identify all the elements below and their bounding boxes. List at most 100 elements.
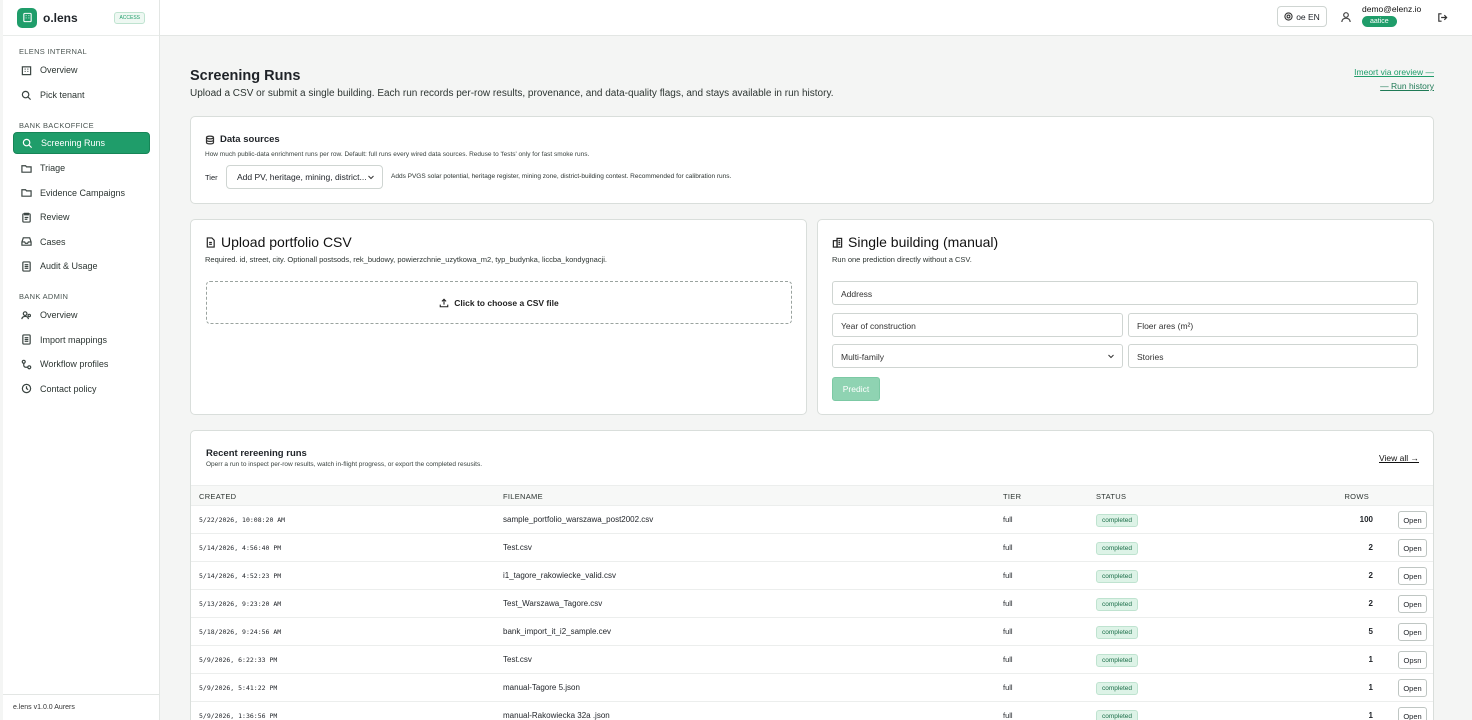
sidebar-item-label: Overview bbox=[40, 310, 78, 320]
csv-dropzone[interactable]: Click to choose a CSV file bbox=[206, 281, 792, 324]
sidebar-item-import-mappings[interactable]: Import mappings bbox=[13, 329, 150, 351]
sidebar-item-label: Import mappings bbox=[40, 334, 108, 345]
nav-internal: Overview Pick tenant bbox=[3, 59, 160, 106]
tier-select[interactable]: Add PV, heritage, mining, district... bbox=[226, 165, 383, 189]
cell-rows: 2 bbox=[1368, 599, 1373, 608]
logout-icon[interactable] bbox=[1437, 10, 1448, 28]
table-row: 5/14/2026, 4:52:23 PM i1_tagore_rakowiec… bbox=[191, 561, 1433, 589]
open-run-button[interactable]: Open bbox=[1398, 567, 1427, 585]
cell-filename: Test_Warszawa_Tagore.csv bbox=[503, 599, 603, 608]
floor-area-input[interactable]: Floer ares (m²) bbox=[1128, 313, 1418, 337]
workflow-icon bbox=[21, 359, 32, 369]
status-badge: completed bbox=[1096, 598, 1138, 611]
sidebar-item-triage[interactable]: Triage bbox=[13, 157, 150, 179]
sidebar-item-label: Workflow profiles bbox=[40, 359, 109, 369]
sidebar-item-screening-runs[interactable]: Screening Runs bbox=[13, 132, 150, 154]
sidebar-item-label: Cases bbox=[40, 236, 66, 247]
status-badge: completed bbox=[1096, 542, 1138, 555]
clipboard-icon bbox=[22, 212, 31, 223]
section-bank-admin: BANK ADMIN bbox=[19, 292, 69, 301]
building-type-select[interactable]: Multi-family bbox=[832, 344, 1123, 368]
nav-admin: Overview Import mappings Workflow profil… bbox=[3, 304, 160, 400]
sidebar-item-label: Evidence Campaigns bbox=[40, 187, 126, 198]
sidebar-item-audit-usage[interactable]: Audit & Usage bbox=[13, 255, 150, 277]
brand-name: o.lens bbox=[43, 10, 78, 25]
search-icon bbox=[22, 138, 33, 148]
sidebar-item-workflow-profiles[interactable]: Workflow profiles bbox=[13, 353, 150, 375]
file-icon bbox=[206, 236, 215, 248]
single-title: Single building (manual) bbox=[832, 234, 998, 250]
column-header-rows: ROWS bbox=[1344, 492, 1369, 501]
import-via-overview-link[interactable]: Imeort via oreview — bbox=[1354, 67, 1434, 77]
cell-tier: full bbox=[1003, 655, 1013, 664]
cell-filename: bank_import_it_i2_sample.cev bbox=[503, 627, 612, 636]
sidebar-item-overview-admin[interactable]: Overview bbox=[13, 304, 150, 326]
buildings-icon bbox=[832, 237, 843, 248]
sidebar-item-review[interactable]: Review bbox=[13, 206, 150, 228]
data-sources-title-text: Data sources bbox=[220, 134, 280, 145]
tier-note: Adds PVGS solar potential, heritage regi… bbox=[391, 173, 732, 180]
cell-created: 5/13/2026, 9:23:20 AM bbox=[199, 600, 282, 608]
open-run-button[interactable]: Opsn bbox=[1398, 651, 1427, 669]
sidebar-item-cases[interactable]: Cases bbox=[13, 231, 150, 253]
sidebar-item-overview-internal[interactable]: Overview bbox=[13, 59, 150, 81]
sidebar-item-contact-policy[interactable]: Contact policy bbox=[13, 378, 150, 400]
open-run-button[interactable]: Open bbox=[1398, 511, 1427, 529]
year-of-construction-input[interactable]: Year of construction bbox=[832, 313, 1123, 337]
address-input[interactable]: Address bbox=[832, 281, 1418, 305]
view-all-link[interactable]: View all → bbox=[1379, 453, 1419, 463]
document-icon bbox=[22, 260, 31, 272]
sidebar-item-label: Contact policy bbox=[40, 383, 97, 394]
open-run-button[interactable]: Open bbox=[1398, 679, 1427, 697]
status-badge: completed bbox=[1096, 514, 1138, 527]
tier-select-value: Add PV, heritage, mining, district... bbox=[237, 172, 367, 182]
database-icon bbox=[205, 135, 215, 145]
language-button[interactable]: oe EN bbox=[1277, 6, 1327, 27]
stories-input[interactable]: Stories bbox=[1128, 344, 1418, 368]
cell-created: 5/22/2026, 10:08:20 AM bbox=[199, 516, 286, 524]
recent-runs-card: Recent rereening runs Operr a run to ins… bbox=[190, 430, 1434, 720]
cell-rows: 1 bbox=[1368, 655, 1373, 664]
status-badge: completed bbox=[1096, 626, 1138, 639]
cell-tier: full bbox=[1003, 627, 1013, 636]
cell-rows: 2 bbox=[1368, 571, 1373, 580]
column-header-filename: FILENAME bbox=[503, 492, 543, 501]
sidebar-item-label: Audit & Usage bbox=[40, 261, 98, 271]
cell-tier: full bbox=[1003, 599, 1013, 608]
cell-rows: 1 bbox=[1368, 683, 1373, 692]
recent-runs-subtitle: Operr a run to inspect per-row results, … bbox=[206, 461, 483, 468]
upload-icon bbox=[440, 297, 449, 307]
page-subtitle: Upload a CSV or submit a single building… bbox=[190, 88, 834, 99]
cell-created: 5/9/2026, 6:22:33 PM bbox=[199, 656, 278, 664]
access-badge: ACCESS bbox=[114, 11, 145, 24]
table-row: 5/9/2026, 1:36:56 PM manual-Rakowiecka 3… bbox=[191, 701, 1433, 720]
column-header-status: STATUS bbox=[1096, 492, 1127, 501]
sidebar-item-label: Review bbox=[40, 212, 70, 222]
table-header: CREATED FILENAME TIER STATUS ROWS bbox=[191, 485, 1433, 505]
cell-rows: 100 bbox=[1359, 515, 1373, 524]
open-run-button[interactable]: Open bbox=[1398, 707, 1427, 720]
open-run-button[interactable]: Open bbox=[1398, 623, 1427, 641]
open-run-button[interactable]: Open bbox=[1398, 539, 1427, 557]
cell-filename: sample_portfolio_warszawa_post2002.csv bbox=[503, 515, 654, 524]
folder-icon bbox=[21, 164, 32, 173]
sidebar-item-pick-tenant[interactable]: Pick tenant bbox=[13, 84, 150, 106]
building-icon bbox=[21, 65, 32, 75]
table-row: 5/13/2026, 9:23:20 AM Test_Warszawa_Tago… bbox=[191, 589, 1433, 617]
cell-created: 5/14/2026, 4:56:40 PM bbox=[199, 544, 282, 552]
sidebar-item-evidence-campaigns[interactable]: Evidence Campaigns bbox=[13, 182, 150, 204]
clock-icon bbox=[21, 383, 32, 394]
upload-subtitle: Required. id, street, city. Optionall po… bbox=[205, 255, 608, 264]
table-row: 5/22/2026, 10:08:20 AM sample_portfolio_… bbox=[191, 505, 1433, 533]
predict-button[interactable]: Predict bbox=[832, 377, 880, 401]
cell-tier: full bbox=[1003, 515, 1013, 524]
section-elens-internal: ELENS INTERNAL bbox=[19, 47, 87, 56]
run-history-link[interactable]: — Run history bbox=[1380, 81, 1434, 91]
cell-tier: full bbox=[1003, 571, 1013, 580]
open-run-button[interactable]: Open bbox=[1398, 595, 1427, 613]
sidebar-item-label: Triage bbox=[40, 163, 66, 173]
data-sources-description: How much public-data enrichment runs per… bbox=[205, 151, 590, 158]
sidebar-item-label: Overview bbox=[40, 65, 78, 75]
sidebar: o.lens ACCESS ELENS INTERNAL Overview Pi… bbox=[3, 0, 160, 720]
cell-filename: Test.csv bbox=[503, 543, 532, 552]
